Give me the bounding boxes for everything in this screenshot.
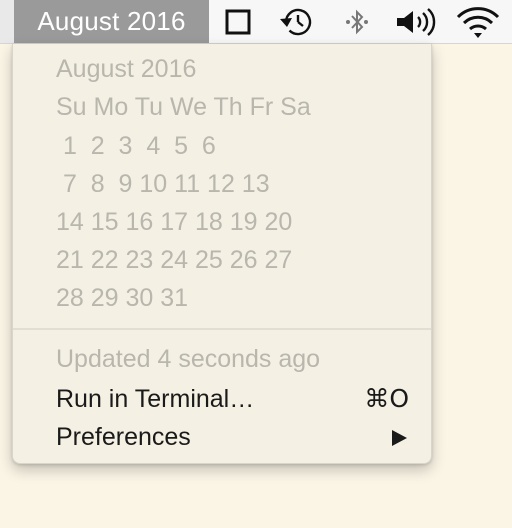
calendar-dropdown-menu: August 2016 Su Mo Tu We Th Fr Sa 1 2 3 4…: [12, 44, 432, 464]
menu-bar: August 2016: [0, 0, 512, 44]
calendar-week-row: 14 15 16 17 18 19 20: [56, 208, 293, 236]
run-in-terminal-menu-item[interactable]: Run in Terminal… ⌘O: [13, 380, 431, 418]
calendar-week-row: 7 8 9 10 11 12 13: [56, 170, 270, 198]
calendar-week-row: 1 2 3 4 5 6: [56, 132, 216, 160]
menubar-left-edge: [0, 0, 14, 43]
menu-item-label: Run in Terminal…: [56, 385, 255, 413]
calendar-weekday-header: Su Mo Tu We Th Fr Sa: [56, 93, 311, 121]
menu-item-label: Preferences: [56, 423, 191, 451]
menubar-calendar-item[interactable]: August 2016: [14, 0, 209, 43]
volume-icon[interactable]: [392, 0, 442, 43]
keyboard-shortcut: ⌘O: [364, 384, 409, 413]
wifi-icon[interactable]: [452, 0, 504, 43]
menu-separator: [13, 328, 431, 330]
preferences-menu-item[interactable]: Preferences: [13, 418, 431, 456]
updated-status-text: Updated 4 seconds ago: [56, 345, 321, 373]
window-icon[interactable]: [218, 0, 258, 43]
calendar-week-row: 21 22 23 24 25 26 27: [56, 246, 293, 274]
calendar-month-title: August 2016: [56, 55, 197, 83]
time-machine-icon[interactable]: [274, 0, 318, 43]
bluetooth-icon[interactable]: [340, 0, 374, 43]
calendar-week-row: 28 29 30 31: [56, 284, 189, 312]
submenu-arrow-icon: [392, 430, 407, 446]
